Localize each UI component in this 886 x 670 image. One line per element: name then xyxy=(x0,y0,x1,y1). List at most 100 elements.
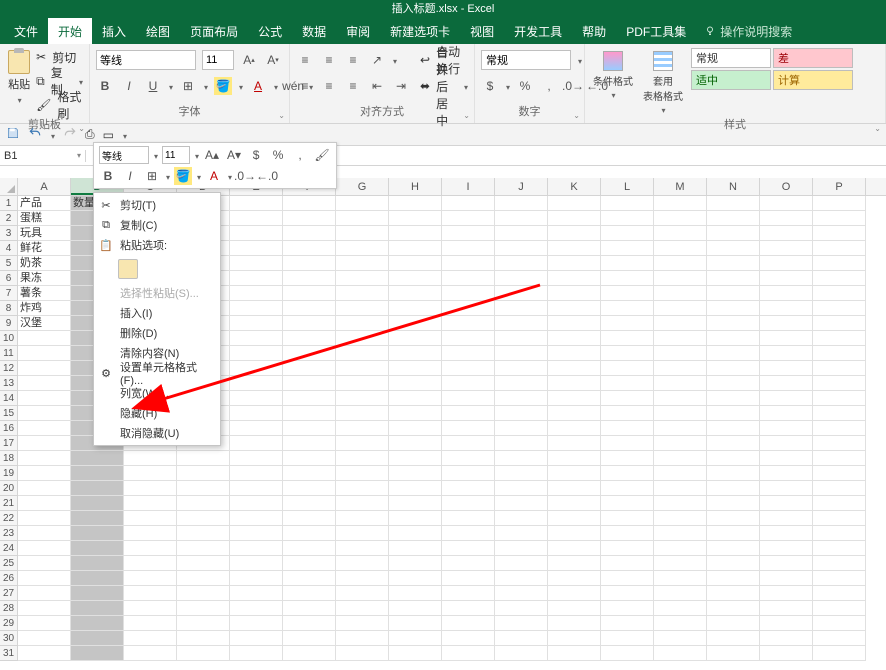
cell-G6[interactable] xyxy=(336,271,389,286)
cell-K12[interactable] xyxy=(548,361,601,376)
cell-G26[interactable] xyxy=(336,571,389,586)
cm-cut[interactable]: ✂ 剪切(T) xyxy=(94,195,220,215)
cell-H3[interactable] xyxy=(389,226,442,241)
cell-A25[interactable] xyxy=(18,556,71,571)
border-button[interactable]: ⊞ xyxy=(179,77,197,95)
cell-L21[interactable] xyxy=(601,496,654,511)
increase-font-button[interactable]: A▴ xyxy=(240,51,258,69)
cell-J5[interactable] xyxy=(495,256,548,271)
cell-M7[interactable] xyxy=(654,286,707,301)
style-bad[interactable]: 差 xyxy=(773,48,853,68)
cell-F11[interactable] xyxy=(283,346,336,361)
row-header-8[interactable]: 8 xyxy=(0,301,17,316)
cell-M20[interactable] xyxy=(654,481,707,496)
cell-M17[interactable] xyxy=(654,436,707,451)
cell-A4[interactable]: 鲜花 xyxy=(18,241,71,256)
cell-N30[interactable] xyxy=(707,631,760,646)
row-header-2[interactable]: 2 xyxy=(0,211,17,226)
cell-K23[interactable] xyxy=(548,526,601,541)
cell-J2[interactable] xyxy=(495,211,548,226)
border-caret[interactable] xyxy=(203,79,208,93)
cell-A8[interactable]: 炸鸡 xyxy=(18,301,71,316)
cell-D30[interactable] xyxy=(177,631,230,646)
cell-N31[interactable] xyxy=(707,646,760,661)
merge-center-button[interactable]: ⬌ 合并后居中 xyxy=(420,75,468,97)
cell-O16[interactable] xyxy=(760,421,813,436)
cell-E18[interactable] xyxy=(230,451,283,466)
cm-insert[interactable]: 插入(I) xyxy=(94,303,220,323)
cell-E1[interactable] xyxy=(230,196,283,211)
paste-dropdown-caret[interactable] xyxy=(17,94,22,106)
cell-O24[interactable] xyxy=(760,541,813,556)
cell-N1[interactable] xyxy=(707,196,760,211)
cell-B24[interactable] xyxy=(71,541,124,556)
cell-F25[interactable] xyxy=(283,556,336,571)
row-header-7[interactable]: 7 xyxy=(0,286,17,301)
cell-E20[interactable] xyxy=(230,481,283,496)
cell-H25[interactable] xyxy=(389,556,442,571)
cell-N14[interactable] xyxy=(707,391,760,406)
cell-P17[interactable] xyxy=(813,436,866,451)
cell-A30[interactable] xyxy=(18,631,71,646)
cell-N22[interactable] xyxy=(707,511,760,526)
cell-I6[interactable] xyxy=(442,271,495,286)
cell-N21[interactable] xyxy=(707,496,760,511)
cell-I31[interactable] xyxy=(442,646,495,661)
row-header-16[interactable]: 16 xyxy=(0,421,17,436)
cell-K28[interactable] xyxy=(548,601,601,616)
mini-percent[interactable]: % xyxy=(269,146,287,164)
cell-A18[interactable] xyxy=(18,451,71,466)
cell-M18[interactable] xyxy=(654,451,707,466)
cell-B20[interactable] xyxy=(71,481,124,496)
col-header-M[interactable]: M xyxy=(654,178,707,195)
cell-K21[interactable] xyxy=(548,496,601,511)
cell-A29[interactable] xyxy=(18,616,71,631)
cell-E13[interactable] xyxy=(230,376,283,391)
cell-A14[interactable] xyxy=(18,391,71,406)
row-header-6[interactable]: 6 xyxy=(0,271,17,286)
cell-H1[interactable] xyxy=(389,196,442,211)
cell-M28[interactable] xyxy=(654,601,707,616)
cell-D21[interactable] xyxy=(177,496,230,511)
font-name-select[interactable] xyxy=(96,50,196,70)
col-header-G[interactable]: G xyxy=(336,178,389,195)
cell-M26[interactable] xyxy=(654,571,707,586)
cell-F14[interactable] xyxy=(283,391,336,406)
cell-I11[interactable] xyxy=(442,346,495,361)
cell-J15[interactable] xyxy=(495,406,548,421)
cell-G22[interactable] xyxy=(336,511,389,526)
col-header-J[interactable]: J xyxy=(495,178,548,195)
cell-P10[interactable] xyxy=(813,331,866,346)
accounting-button[interactable]: $ xyxy=(481,77,499,95)
align-left-button[interactable]: ≡ xyxy=(296,77,314,95)
row-header-17[interactable]: 17 xyxy=(0,436,17,451)
mini-fontcolor-caret[interactable] xyxy=(227,169,232,183)
cell-J23[interactable] xyxy=(495,526,548,541)
cell-L5[interactable] xyxy=(601,256,654,271)
cell-L17[interactable] xyxy=(601,436,654,451)
mini-increase-font[interactable]: A▴ xyxy=(203,146,221,164)
cell-G16[interactable] xyxy=(336,421,389,436)
conditional-format-button[interactable]: 条件格式 xyxy=(591,48,635,101)
cell-K19[interactable] xyxy=(548,466,601,481)
cell-O19[interactable] xyxy=(760,466,813,481)
cell-P16[interactable] xyxy=(813,421,866,436)
cell-I14[interactable] xyxy=(442,391,495,406)
cell-E30[interactable] xyxy=(230,631,283,646)
align-top-button[interactable]: ≡ xyxy=(296,51,314,69)
cell-A5[interactable]: 奶茶 xyxy=(18,256,71,271)
cell-L25[interactable] xyxy=(601,556,654,571)
cell-J26[interactable] xyxy=(495,571,548,586)
cell-O29[interactable] xyxy=(760,616,813,631)
cell-F24[interactable] xyxy=(283,541,336,556)
cell-C31[interactable] xyxy=(124,646,177,661)
cell-M2[interactable] xyxy=(654,211,707,226)
cell-P9[interactable] xyxy=(813,316,866,331)
cell-P11[interactable] xyxy=(813,346,866,361)
cell-K4[interactable] xyxy=(548,241,601,256)
cell-H27[interactable] xyxy=(389,586,442,601)
row-header-21[interactable]: 21 xyxy=(0,496,17,511)
cell-K2[interactable] xyxy=(548,211,601,226)
qat-customize[interactable] xyxy=(122,128,127,142)
increase-decimal-button[interactable]: .0→ xyxy=(564,77,582,95)
